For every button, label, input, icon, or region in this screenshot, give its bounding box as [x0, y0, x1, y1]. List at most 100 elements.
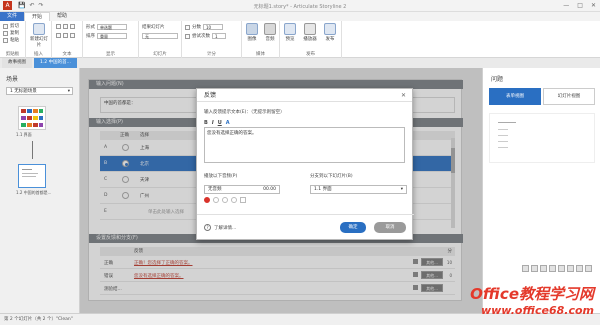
attempts-input[interactable]: 1: [212, 33, 226, 39]
audio-icon: [264, 23, 276, 35]
tab-form-view[interactable]: 表单视图: [489, 88, 541, 105]
new-slide-icon: [33, 23, 45, 35]
align-left-icon: [56, 33, 61, 38]
align-right-icon: [70, 33, 75, 38]
italic-icon: [63, 24, 68, 29]
cut-icon: [3, 23, 8, 29]
text-align-tools[interactable]: [56, 33, 75, 38]
insert-group-label: 插入: [34, 52, 43, 57]
play-icon[interactable]: [213, 197, 219, 203]
form-select[interactable]: 单选题: [97, 24, 127, 30]
tab-home[interactable]: 开始: [24, 12, 51, 21]
connector-line: [32, 141, 33, 159]
underline-icon: [70, 24, 75, 29]
underline-button[interactable]: U: [218, 120, 222, 126]
audio-button[interactable]: 音频: [260, 23, 280, 42]
maximize-button[interactable]: □: [577, 2, 583, 9]
help-link[interactable]: ? 了解详情...: [204, 224, 236, 231]
feedback-text-label: 输入反馈提示文本(E)：（无提示则留空）: [204, 110, 285, 115]
copy-button[interactable]: 复制: [3, 30, 19, 36]
copy-icon: [3, 30, 8, 36]
scene-dropdown[interactable]: 1 无标题场景 ▾: [6, 87, 73, 95]
close-icon[interactable]: ✕: [401, 89, 406, 102]
score-input[interactable]: 10: [203, 24, 223, 30]
shirt-icon[interactable]: [576, 265, 583, 272]
dialog-footer: ? 了解详情... 确定 取消: [197, 214, 414, 239]
text-group-label: 文本: [62, 52, 72, 57]
new-slide-button[interactable]: 新建幻灯片: [29, 23, 49, 48]
record-icon[interactable]: [204, 197, 210, 203]
player-button[interactable]: 播放器: [300, 23, 320, 42]
audio-label: 播放以下音频(P): [204, 174, 238, 179]
score-group: 分数 10 尝试次数 1 计分: [182, 21, 242, 58]
flags-icon: [21, 109, 43, 127]
branch-select[interactable]: 1.1 界面 ▾: [310, 185, 407, 194]
watermark-line1: Office教程学习网: [470, 285, 594, 303]
attempts-label: 尝试次数: [192, 34, 210, 39]
minimize-button[interactable]: —: [563, 2, 569, 9]
form-label: 形式: [86, 25, 95, 30]
ribbon-tabs: 文件 开始 帮助: [0, 12, 600, 21]
slide-thumb-1[interactable]: [18, 106, 46, 130]
scenes-title: 场景: [6, 76, 19, 83]
moon-icon[interactable]: [531, 265, 538, 272]
font-color-button[interactable]: A: [226, 120, 230, 126]
score-group-label: 计分: [207, 52, 216, 57]
tab-story-view[interactable]: 故事视图: [2, 58, 32, 68]
chevron-down-icon: ▾: [400, 187, 403, 192]
scenes-panel: 场景 1 无标题场景 ▾ 1.1 界面 1.2 中国的首都是...: [0, 68, 80, 313]
tab-slide-view[interactable]: 幻灯片视图: [543, 88, 595, 105]
publish-button[interactable]: 发布: [320, 23, 340, 42]
paste-button[interactable]: 粘贴: [3, 37, 19, 43]
sort-select[interactable]: 重量: [97, 33, 127, 39]
dot-icon[interactable]: [540, 265, 547, 272]
mic-icon[interactable]: [549, 265, 556, 272]
ribbon: 剪切 复制 粘贴 剪贴板 新建幻灯片 插入 文本 形式 单选题 排序 重量 显示 结…: [0, 21, 600, 58]
text-format-tools[interactable]: [56, 24, 75, 29]
close-button[interactable]: ✕: [591, 2, 596, 9]
slide-thumb-1-caption: 1.1 界面: [16, 132, 32, 137]
preview-button[interactable]: 预览: [280, 23, 300, 42]
watermark-line2: www.office68.com: [480, 304, 594, 317]
help-icon: ?: [204, 224, 211, 231]
tab-help[interactable]: 帮助: [50, 12, 74, 21]
layout-group-label: 显示: [106, 52, 115, 57]
audio-field[interactable]: 无音频 00.00: [204, 185, 280, 194]
stop-icon[interactable]: [222, 197, 228, 203]
tab-file[interactable]: 文件: [0, 12, 25, 21]
result-slide-label: 结果幻灯片: [142, 25, 165, 30]
title-bar: A 💾 ↶ ↷ 无标题1.story* - Articulate Storyli…: [0, 0, 600, 12]
italic-button[interactable]: I: [212, 120, 214, 126]
result-slide-select[interactable]: 无: [142, 33, 178, 39]
keyboard-icon[interactable]: [558, 265, 565, 272]
watermark: Office教程学习网 www.office68.com: [470, 283, 594, 317]
image-button[interactable]: 图像: [242, 23, 262, 42]
attempts-icon: [185, 33, 190, 39]
align-center-icon: [63, 33, 68, 38]
tab-current-slide[interactable]: 1.2 中国的首...: [34, 58, 77, 68]
clipboard-group-label: 剪贴板: [5, 52, 20, 57]
media-group: 图像 音频 媒体: [242, 21, 280, 58]
feedback-dialog: 反馈 ✕ 输入反馈提示文本(E)：（无提示则留空） B I U A 您没有选择正…: [196, 88, 414, 240]
dialog-title: 反馈 ✕: [197, 89, 412, 102]
feedback-textarea[interactable]: 您没有选择正确的答案。: [204, 127, 405, 163]
slide-thumb-2[interactable]: [18, 164, 46, 188]
grid-icon[interactable]: [567, 265, 574, 272]
window-title: 无标题1.story* - Articulate Storyline 2: [253, 4, 347, 10]
bold-icon: [56, 24, 61, 29]
import-audio-icon[interactable]: [240, 197, 246, 203]
cancel-button[interactable]: 取消: [374, 222, 406, 233]
clipboard-group: 剪切 复制 粘贴 剪贴板: [0, 21, 26, 58]
score-icon: [185, 24, 190, 30]
ok-button[interactable]: 确定: [340, 222, 366, 233]
cut-button[interactable]: 剪切: [3, 23, 19, 29]
pause-icon[interactable]: [231, 197, 237, 203]
audio-controls: [204, 197, 246, 203]
text-group: 文本: [52, 21, 83, 58]
tools-icon[interactable]: [585, 265, 592, 272]
lang-icon[interactable]: [522, 265, 529, 272]
publish-group-label: 发布: [306, 52, 315, 57]
question-panel: 问题 表单视图 幻灯片视图: [482, 68, 600, 313]
bold-button[interactable]: B: [204, 120, 208, 126]
question-panel-title: 问题: [491, 76, 504, 83]
